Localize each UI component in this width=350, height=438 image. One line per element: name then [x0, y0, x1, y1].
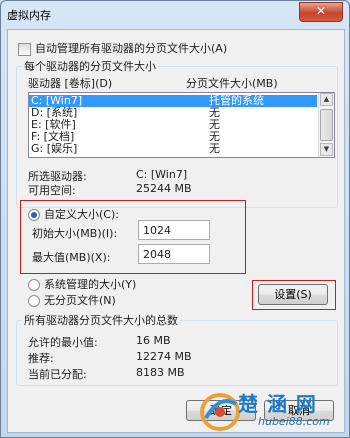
totals-group-legend: 所有驱动器分页文件大小的总数 — [22, 312, 180, 328]
free-space-value: 25244 MB — [136, 182, 192, 195]
initial-size-label: 初始大小(MB)(I): — [32, 227, 118, 240]
system-managed-label: 系统管理的大小(Y) — [44, 278, 137, 291]
close-button[interactable]: ✕ — [299, 2, 343, 22]
system-managed-radio[interactable]: 系统管理的大小(Y) — [28, 276, 136, 292]
drive-listbox[interactable]: C: [Win7] 托管的系统 D: [系统] 无 E: [软件] 无 F: [… — [28, 92, 335, 158]
scroll-thumb[interactable] — [320, 109, 333, 141]
dialog-client: 自动管理所有驱动器的分页文件大小(A) 每个驱动器的分页文件大小 驱动器 [卷标… — [7, 29, 345, 433]
drive-size: 无 — [209, 142, 220, 155]
custom-size-label: 自定义大小(C): — [44, 208, 119, 221]
initial-size-input[interactable]: 1024 — [138, 220, 210, 240]
radio-button[interactable] — [28, 295, 40, 307]
listbox-scrollbar[interactable]: ▲ ▼ — [318, 93, 334, 157]
checkbox-box[interactable] — [18, 42, 31, 56]
radio-button-selected[interactable] — [28, 209, 40, 221]
no-paging-label: 无分页文件(N) — [44, 294, 116, 307]
column-header-size: 分页文件大小(MB) — [186, 77, 278, 90]
custom-size-radio[interactable]: 自定义大小(C): — [28, 206, 119, 222]
recommended-value: 12274 MB — [136, 350, 192, 363]
max-size-input[interactable]: 2048 — [138, 244, 210, 264]
radio-button[interactable] — [28, 279, 40, 291]
auto-manage-checkbox[interactable]: 自动管理所有驱动器的分页文件大小(A) — [18, 40, 227, 56]
min-allowed-label: 允许的最小值: — [28, 336, 98, 349]
current-allocated-value: 8183 MB — [136, 366, 185, 379]
recommended-label: 推荐: — [28, 352, 54, 365]
set-button[interactable]: 设置(S) — [258, 284, 328, 305]
auto-manage-label: 自动管理所有驱动器的分页文件大小(A) — [35, 42, 228, 55]
no-paging-radio[interactable]: 无分页文件(N) — [28, 292, 116, 308]
scroll-up-arrow-icon[interactable]: ▲ — [320, 93, 333, 106]
max-size-label: 最大值(MB)(X): — [32, 251, 111, 264]
title-bar[interactable]: 虚拟内存 ✕ — [1, 1, 349, 25]
per-drive-group-legend: 每个驱动器的分页文件大小 — [22, 58, 158, 74]
watermark-logo: 楚 涵 网 hubei88.com — [198, 388, 348, 436]
drive-name: G: [娱乐] — [31, 142, 78, 155]
min-allowed-value: 16 MB — [136, 334, 171, 347]
drive-row[interactable]: G: [娱乐] 无 — [29, 143, 317, 155]
column-header-drive: 驱动器 [卷标](D) — [28, 77, 113, 90]
scroll-down-arrow-icon[interactable]: ▼ — [320, 143, 333, 156]
watermark-url: hubei88.com — [258, 415, 330, 428]
window-title: 虚拟内存 — [7, 9, 51, 22]
close-icon: ✕ — [315, 4, 327, 18]
current-allocated-label: 当前已分配: — [28, 368, 87, 381]
watermark-swirl-icon — [200, 393, 240, 431]
free-space-label: 可用空间: — [28, 184, 76, 197]
selected-drive-value: C: [Win7] — [136, 168, 188, 181]
watermark-text: 楚 涵 网 — [238, 392, 317, 416]
dialog-window: 虚拟内存 ✕ 自动管理所有驱动器的分页文件大小(A) 每个驱动器的分页文件大小 … — [0, 0, 350, 438]
